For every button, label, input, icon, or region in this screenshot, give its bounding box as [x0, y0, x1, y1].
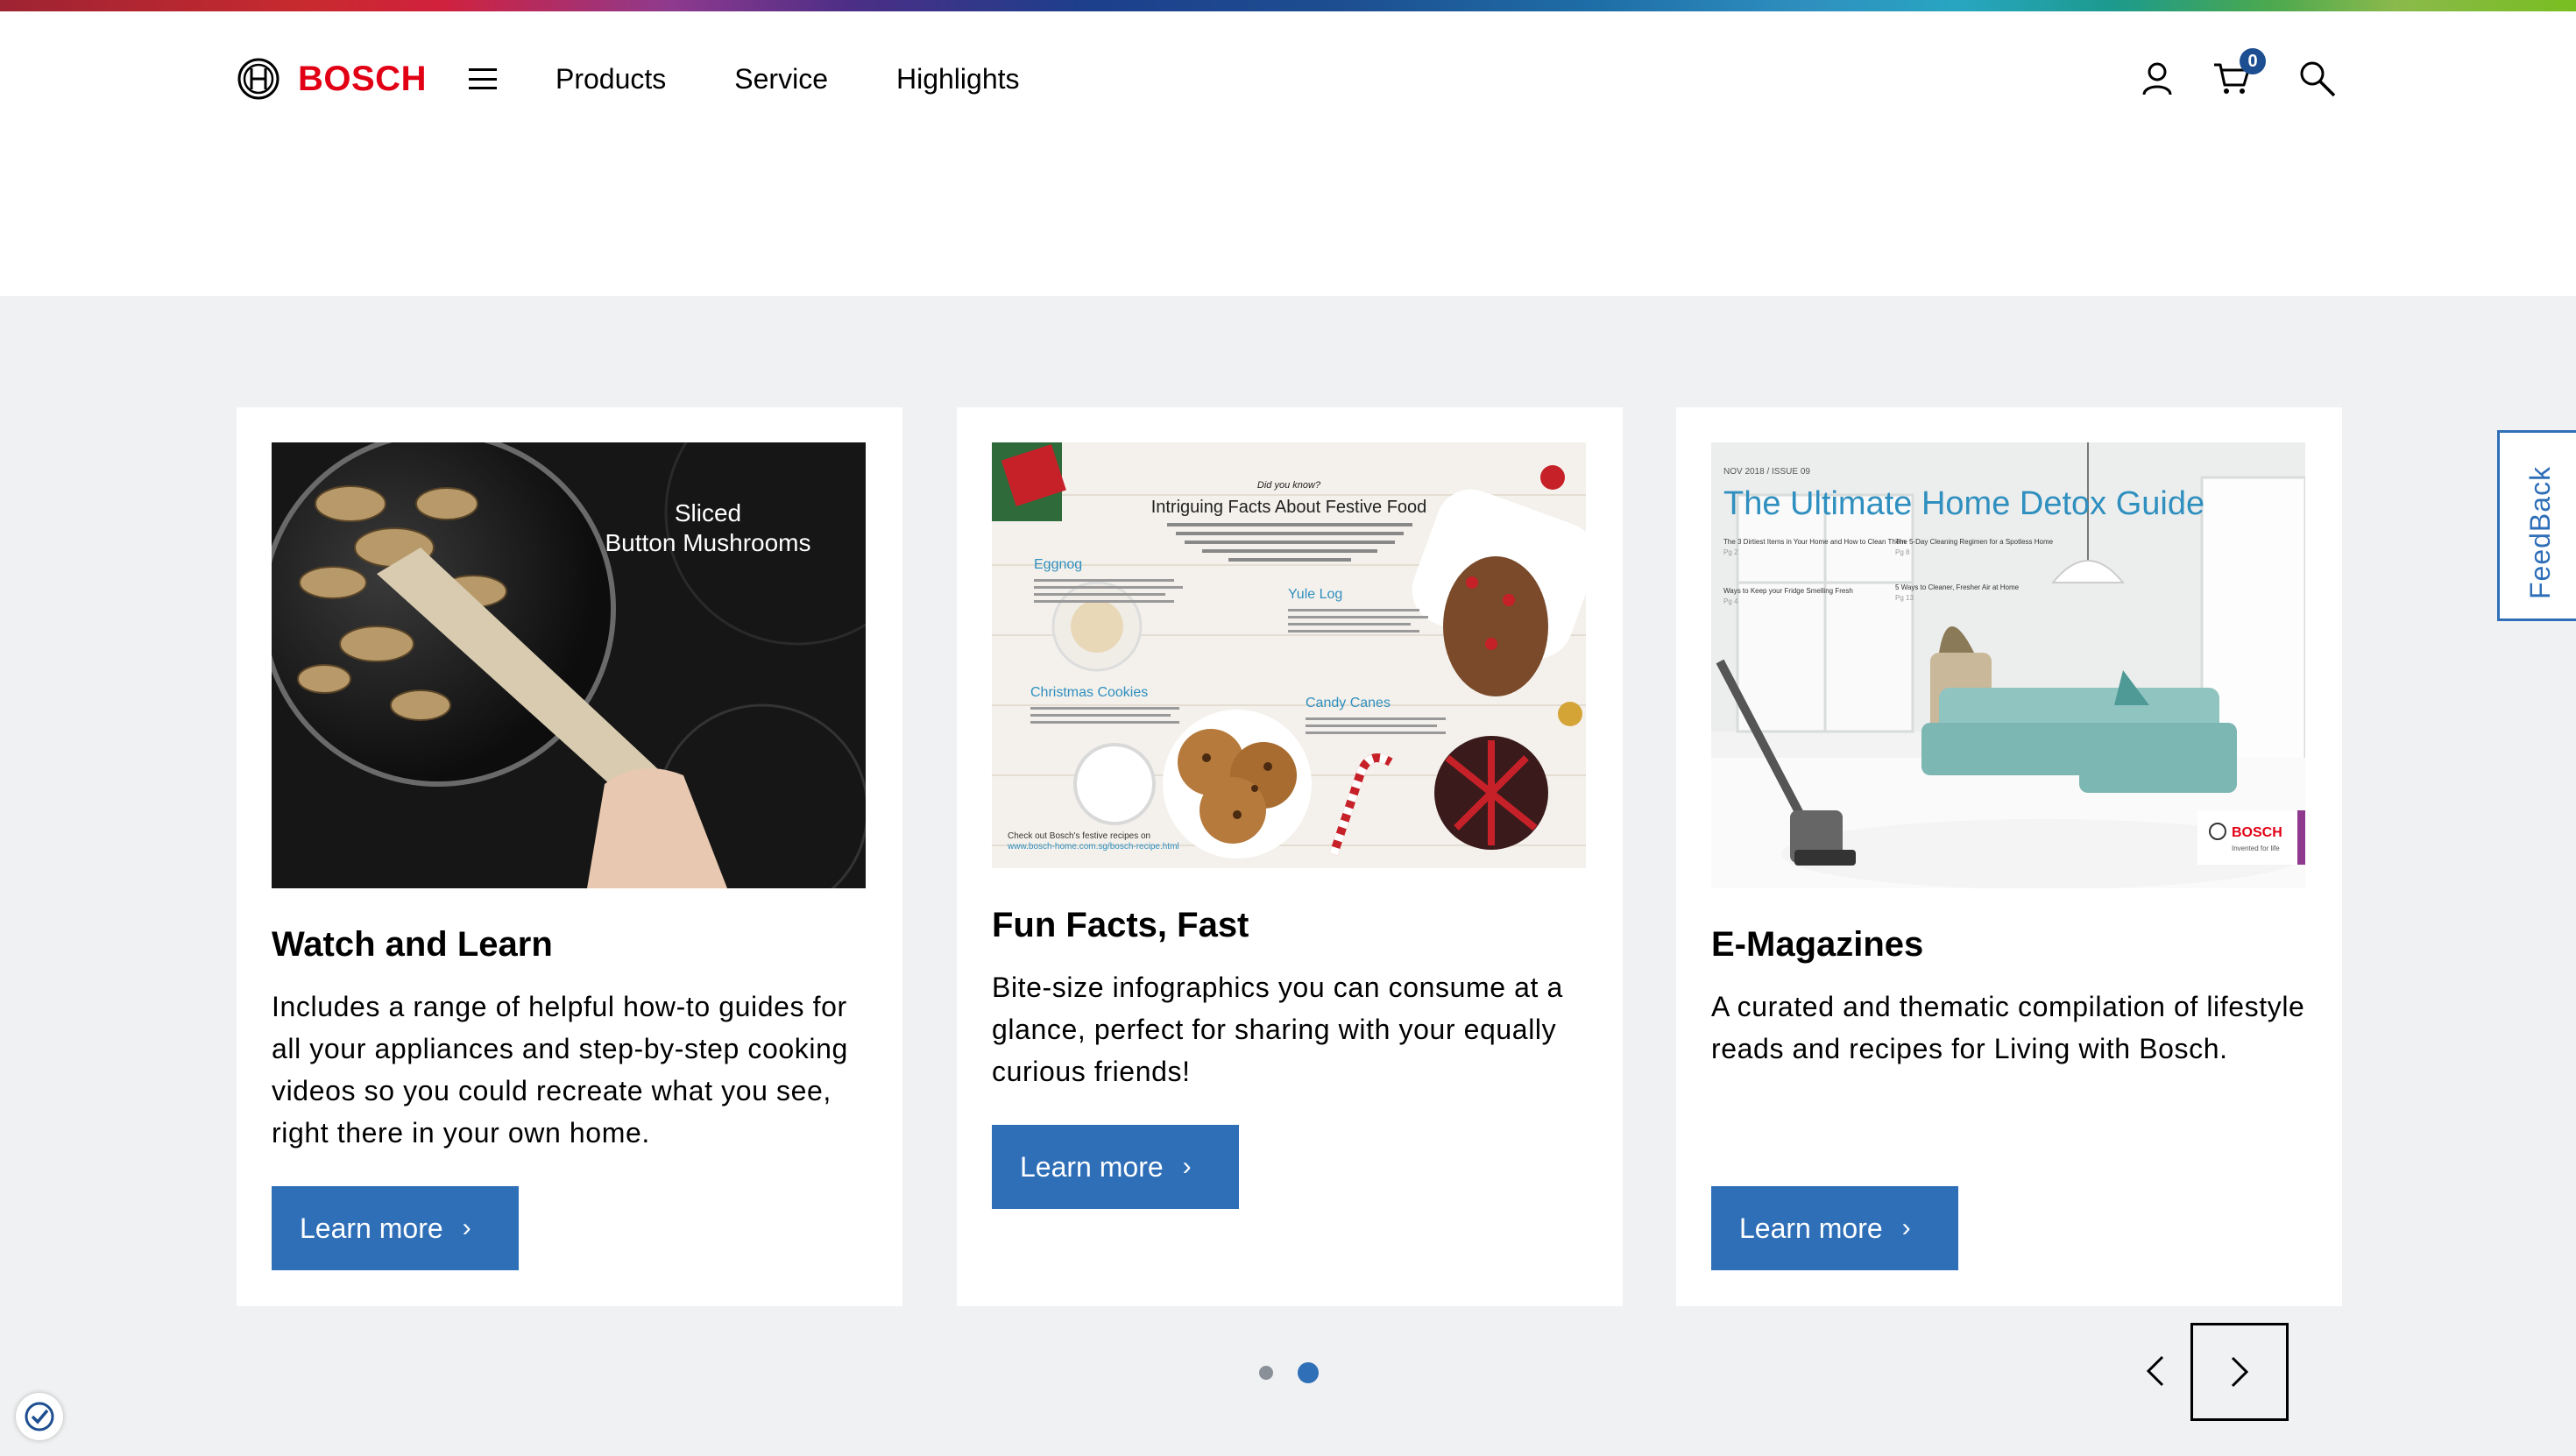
- magazine-teaser-2-page: Pg 8: [1895, 548, 1910, 556]
- cart-count-badge: 0: [2240, 48, 2266, 74]
- infographic-link: www.bosch-home.com.sg/bosch-recipe.html: [1007, 842, 1179, 852]
- label-eggnog: Eggnog: [1034, 557, 1082, 572]
- learn-more-button[interactable]: Learn more ›: [1711, 1186, 1958, 1270]
- card-e-magazines: NOV 2018 / ISSUE 09 The Ultimate Home De…: [1676, 407, 2342, 1306]
- magazine-logo: BOSCH: [2232, 825, 2282, 840]
- magazine-teaser-4: 5 Ways to Cleaner, Fresher Air at Home: [1895, 583, 2020, 591]
- nav-service[interactable]: Service: [734, 57, 828, 101]
- card-description: Bite-size infographics you can consume a…: [992, 972, 1563, 1087]
- label-candy-canes: Candy Canes: [1306, 696, 1391, 710]
- carousel-dot-2-active[interactable]: [1298, 1362, 1319, 1383]
- button-label: Learn more: [1020, 1150, 1164, 1183]
- nav-products[interactable]: Products: [556, 57, 666, 101]
- magazine-cover: NOV 2018 / ISSUE 09 The Ultimate Home De…: [1711, 442, 2305, 888]
- chevron-right-icon: ›: [1182, 1152, 1192, 1181]
- brand-name: BOSCH: [298, 59, 427, 98]
- chevron-right-icon: ›: [462, 1213, 471, 1242]
- label-yule-log: Yule Log: [1288, 587, 1342, 602]
- shield-check-icon: [25, 1402, 54, 1431]
- magazine-teaser-3: Ways to Keep your Fridge Smelling Fresh: [1723, 587, 1853, 595]
- card-title: Fun Facts, Fast: [992, 906, 1249, 944]
- feedback-tab[interactable]: FeedBack: [2497, 430, 2576, 621]
- chevron-left-icon: [2146, 1355, 2164, 1387]
- infographic-kicker: Did you know?: [1257, 480, 1321, 491]
- card-title: E-Magazines: [1711, 925, 1924, 964]
- magazine-headline: The Ultimate Home Detox Guide: [1723, 485, 2204, 522]
- site-header: BOSCH Products Service Highlights 0: [0, 11, 2576, 296]
- magazine-teaser-3-page: Pg 4: [1723, 597, 1738, 605]
- magazine-issue: NOV 2018 / ISSUE 09: [1723, 467, 1810, 477]
- nav-highlights[interactable]: Highlights: [896, 57, 1020, 101]
- infographic-footer: Check out Bosch's festive recipes on: [1008, 831, 1150, 841]
- chevron-right-icon: [2231, 1356, 2249, 1388]
- magazine-tagline: Invented for life: [2232, 845, 2280, 852]
- learn-more-button[interactable]: Learn more ›: [992, 1125, 1239, 1209]
- card-description: A curated and thematic compilation of li…: [1711, 991, 2305, 1064]
- bosch-logo[interactable]: BOSCH: [237, 57, 427, 101]
- bosch-armature-icon: [237, 58, 280, 100]
- magazine-teaser-4-page: Pg 13: [1895, 594, 1914, 602]
- cart-button[interactable]: 0: [2210, 48, 2266, 101]
- carousel-prev-button[interactable]: [2138, 1336, 2173, 1406]
- mushroom-video-illustration: Sliced Button Mushrooms: [272, 442, 866, 888]
- card-image-infographic[interactable]: Did you know? Intriguing Facts About Fes…: [992, 442, 1586, 868]
- card-description: Includes a range of helpful how-to guide…: [272, 991, 848, 1149]
- search-button[interactable]: [2296, 57, 2339, 101]
- chevron-right-icon: ›: [1901, 1213, 1911, 1242]
- festive-infographic: Did you know? Intriguing Facts About Fes…: [992, 442, 1586, 868]
- magazine-teaser-1: The 3 Dirtiest Items in Your Home and Ho…: [1723, 538, 1906, 546]
- card-fun-facts: Did you know? Intriguing Facts About Fes…: [957, 407, 1623, 1306]
- button-label: Learn more: [1739, 1212, 1883, 1244]
- card-title: Watch and Learn: [272, 925, 553, 964]
- button-label: Learn more: [300, 1212, 443, 1244]
- card-image-video[interactable]: Sliced Button Mushrooms: [272, 442, 866, 888]
- card-image-magazine[interactable]: NOV 2018 / ISSUE 09 The Ultimate Home De…: [1711, 442, 2305, 888]
- account-button[interactable]: [2138, 57, 2176, 101]
- label-christmas-cookies: Christmas Cookies: [1030, 685, 1148, 700]
- magazine-teaser-1-page: Pg 2: [1723, 548, 1738, 556]
- user-icon: [2142, 62, 2172, 95]
- privacy-settings-button[interactable]: [16, 1393, 63, 1440]
- magazine-teaser-2: The 5-Day Cleaning Regimen for a Spotles…: [1895, 538, 2054, 546]
- card-watch-and-learn: Sliced Button Mushrooms Watch and Learn …: [237, 407, 902, 1306]
- video-caption-line-2: Button Mushrooms: [605, 529, 811, 556]
- learn-more-button[interactable]: Learn more ›: [272, 1186, 519, 1270]
- carousel-dot-1[interactable]: [1259, 1366, 1273, 1380]
- video-caption-line-1: Sliced: [675, 499, 741, 527]
- infographic-headline: Intriguing Facts About Festive Food: [1151, 498, 1427, 517]
- feedback-label: FeedBack: [2524, 465, 2556, 599]
- carousel-next-button[interactable]: [2190, 1323, 2289, 1421]
- menu-icon[interactable]: [469, 68, 497, 89]
- brand-supergraphic: [0, 0, 2576, 11]
- main-nav: Products Service Highlights: [556, 57, 1088, 101]
- search-icon: [2300, 61, 2336, 97]
